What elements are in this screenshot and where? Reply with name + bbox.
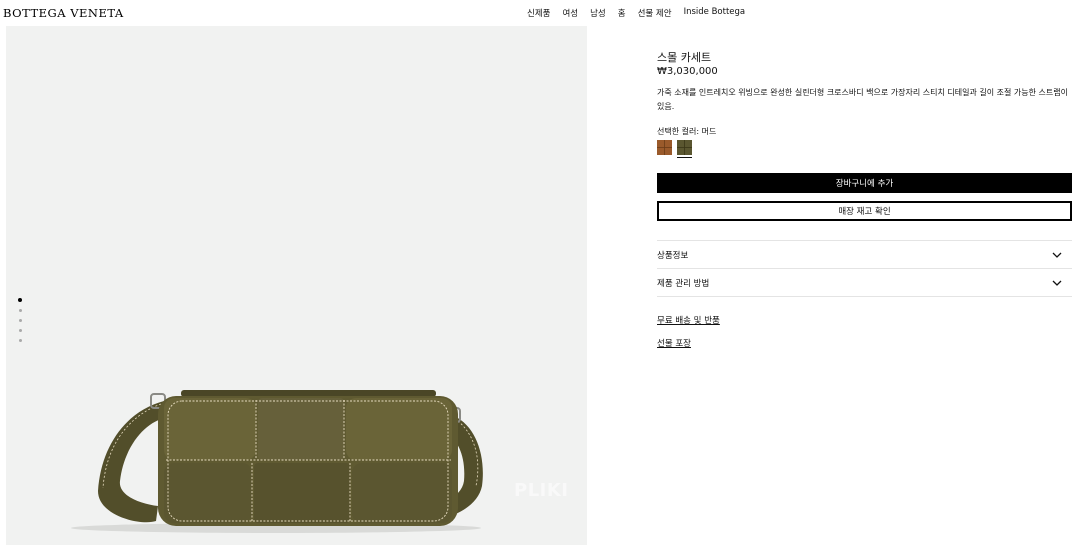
watermark: PLIKI (514, 480, 569, 501)
gallery-pagination (18, 298, 24, 349)
product-image[interactable]: PLIKI (6, 26, 587, 545)
swatch-mud[interactable] (677, 140, 692, 158)
product-description: 가죽 소재를 인트레치오 위빙으로 완성한 실린더형 크로스바디 백으로 가장자… (657, 88, 1068, 111)
gift-wrapping-link[interactable]: 선물 포장 (657, 337, 691, 349)
accordion-care-instructions[interactable]: 제품 관리 방법 (657, 268, 1072, 297)
nav-item-new[interactable]: 신제품 (527, 7, 550, 19)
check-store-stock-button[interactable]: 매장 재고 확인 (657, 201, 1072, 221)
nav-item-men[interactable]: 남성 (590, 7, 606, 19)
gallery-dot[interactable] (19, 339, 22, 342)
chevron-down-icon (1052, 280, 1062, 286)
swatch-tan[interactable] (657, 140, 672, 155)
free-shipping-returns-link[interactable]: 무료 배송 및 반품 (657, 314, 720, 326)
gallery-dot[interactable] (18, 298, 22, 302)
nav-item-inside-bottega[interactable]: Inside Bottega (684, 7, 746, 19)
chevron-down-icon (1052, 252, 1062, 258)
gallery-dot[interactable] (19, 319, 22, 322)
gallery-dot[interactable] (19, 309, 22, 312)
nav-item-women[interactable]: 여성 (562, 7, 578, 19)
accordion-label: 상품정보 (657, 250, 689, 261)
nav-item-gifts[interactable]: 선물 제안 (638, 7, 672, 19)
color-swatches (657, 140, 692, 158)
bag-illustration (71, 390, 483, 533)
header: BOTTEGA VENETA 신제품 여성 남성 홈 선물 제안 Inside … (0, 0, 1080, 26)
accordion-label: 제품 관리 방법 (657, 278, 710, 289)
selected-color-label: 선택한 컬러: 머드 (657, 127, 717, 136)
swatch-texture (657, 140, 672, 155)
gallery-dot[interactable] (19, 329, 22, 332)
product-title: 스몰 카세트 (657, 51, 712, 64)
nav-item-home[interactable]: 홈 (618, 7, 626, 19)
add-to-cart-button[interactable]: 장바구니에 추가 (657, 173, 1072, 193)
brand-logo[interactable]: BOTTEGA VENETA (3, 6, 124, 20)
accordion-product-info[interactable]: 상품정보 (657, 240, 1072, 268)
main-nav: 신제품 여성 남성 홈 선물 제안 Inside Bottega (527, 7, 745, 19)
product-price: ₩3,030,000 (657, 66, 718, 77)
swatch-texture (677, 140, 692, 155)
